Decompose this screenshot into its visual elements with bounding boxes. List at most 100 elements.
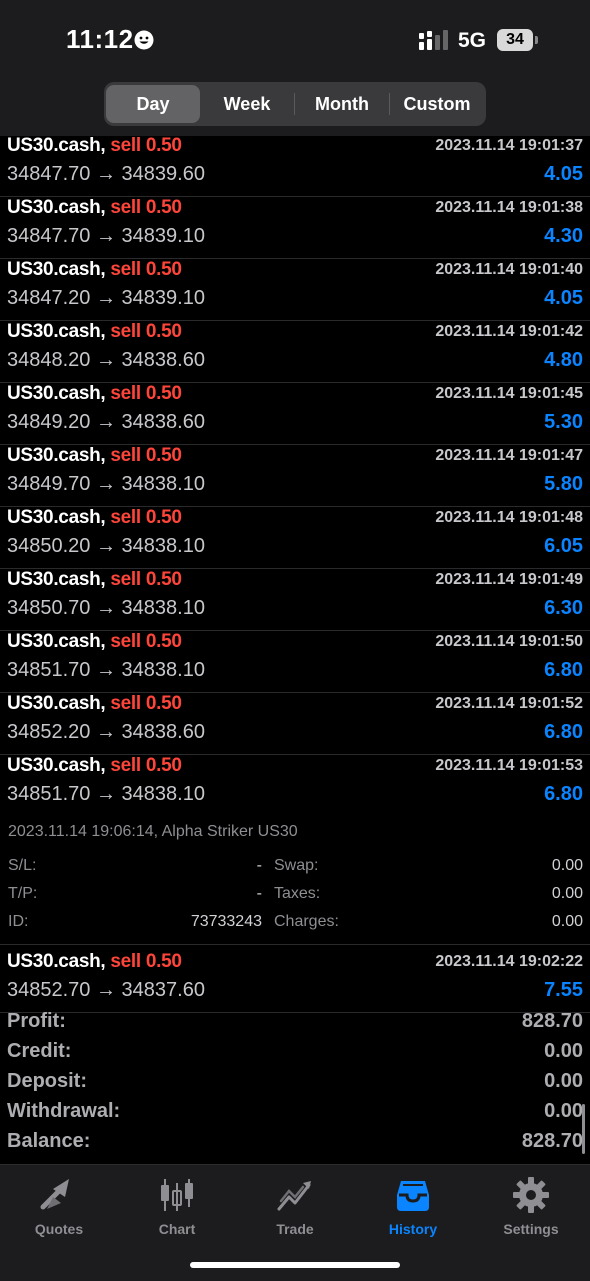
deal-row[interactable]: US30.cash, sell 0.50 2023.11.14 19:01:47… (0, 445, 590, 507)
credit-label: Credit: (7, 1040, 72, 1062)
deal-side: sell 0.50 (110, 693, 182, 714)
deal-prices: 34851.70 → 34838.10 (7, 783, 205, 805)
deal-time: 2023.11.14 19:01:49 (435, 571, 583, 588)
swap-value: 0.00 (551, 857, 583, 874)
tab-settings-label: Settings (503, 1221, 559, 1237)
deal-side: sell 0.50 (110, 951, 182, 972)
balance-label: Balance: (7, 1130, 91, 1152)
deal-prices: 34852.70 → 34837.60 (7, 979, 205, 1001)
withdrawal-label: Withdrawal: (7, 1100, 121, 1122)
deal-profit: 6.80 (544, 783, 583, 805)
deal-profit: 4.05 (544, 287, 583, 309)
deal-row[interactable]: US30.cash, sell 0.50 2023.11.14 19:02:22… (0, 951, 590, 1013)
deal-side: sell 0.50 (110, 631, 182, 652)
deal-side: sell 0.50 (110, 569, 182, 590)
signal-icon (419, 30, 448, 50)
deal-symbol: US30.cash, sell 0.50 (7, 693, 182, 714)
deal-prices: 34849.70 → 34838.10 (7, 473, 205, 495)
deal-row-expanded[interactable]: US30.cash, sell 0.50 2023.11.14 19:01:53… (0, 755, 590, 817)
tab-month[interactable]: Month (295, 85, 389, 123)
deal-symbol: US30.cash, sell 0.50 (7, 321, 182, 342)
summary-row-credit: Credit: 0.00 (0, 1038, 590, 1068)
history-icon (397, 1181, 429, 1211)
tab-chart[interactable]: Chart (118, 1175, 236, 1237)
deal-time: 2023.11.14 19:02:22 (435, 953, 583, 970)
sl-label: S/L: (8, 857, 37, 874)
deal-symbol: US30.cash, sell 0.50 (7, 197, 182, 218)
taxes-value: 0.00 (551, 885, 583, 902)
deal-time: 2023.11.14 19:01:40 (435, 261, 583, 278)
deal-symbol: US30.cash, sell 0.50 (7, 755, 182, 776)
deal-row[interactable]: US30.cash, sell 0.50 2023.11.14 19:01:50… (0, 631, 590, 693)
deal-symbol: US30.cash, sell 0.50 (7, 445, 182, 466)
deal-side: sell 0.50 (110, 445, 182, 466)
deal-symbol: US30.cash, sell 0.50 (7, 507, 182, 528)
tp-label: T/P: (8, 885, 38, 902)
deal-row[interactable]: US30.cash, sell 0.50 2023.11.14 19:01:52… (0, 693, 590, 755)
tab-trade-label: Trade (276, 1221, 314, 1237)
tab-chart-label: Chart (158, 1221, 196, 1237)
tab-settings[interactable]: Settings (472, 1175, 590, 1237)
profit-label: Profit: (7, 1010, 66, 1032)
deals-list: US30.cash, sell 0.50 2023.11.14 19:01:37… (0, 135, 590, 1013)
id-label: ID: (8, 913, 29, 930)
deal-time: 2023.11.14 19:01:38 (435, 199, 583, 216)
deal-profit: 6.80 (544, 721, 583, 743)
withdrawal-value: 0.00 (544, 1100, 583, 1122)
deal-side: sell 0.50 (110, 755, 182, 776)
sl-value: - (256, 857, 262, 874)
deal-profit: 6.80 (544, 659, 583, 681)
deal-symbol: US30.cash, sell 0.50 (7, 631, 182, 652)
deal-time: 2023.11.14 19:01:45 (435, 385, 583, 402)
deal-row[interactable]: US30.cash, sell 0.50 2023.11.14 19:01:48… (0, 507, 590, 569)
home-indicator[interactable] (190, 1262, 400, 1268)
tab-custom[interactable]: Custom (390, 85, 484, 123)
deal-side: sell 0.50 (110, 507, 182, 528)
deal-prices: 34847.20 → 34839.10 (7, 287, 205, 309)
summary-row-balance: Balance: 828.70 (0, 1128, 590, 1158)
deal-profit: 7.55 (544, 979, 583, 1001)
deal-row[interactable]: US30.cash, sell 0.50 2023.11.14 19:01:49… (0, 569, 590, 631)
details-time-comment: 2023.11.14 19:06:14, Alpha Striker US30 (8, 823, 298, 840)
deal-prices: 34848.20 → 34838.60 (7, 349, 205, 371)
deal-time: 2023.11.14 19:01:42 (435, 323, 583, 340)
tab-trade[interactable]: Trade (236, 1175, 354, 1237)
deal-symbol: US30.cash, sell 0.50 (7, 569, 182, 590)
gear-icon (513, 1177, 549, 1213)
deal-symbol: US30.cash, sell 0.50 (7, 951, 182, 972)
deal-time: 2023.11.14 19:01:52 (435, 695, 583, 712)
deal-profit: 4.30 (544, 225, 583, 247)
deal-time: 2023.11.14 19:01:47 (435, 447, 583, 464)
tab-day[interactable]: Day (106, 85, 200, 123)
deal-side: sell 0.50 (110, 197, 182, 218)
deal-row[interactable]: US30.cash, sell 0.50 2023.11.14 19:01:40… (0, 259, 590, 321)
deal-prices: 34847.70 → 34839.10 (7, 225, 205, 247)
battery-icon: 34 (497, 29, 533, 51)
summary-row-deposit: Deposit: 0.00 (0, 1068, 590, 1098)
summary-row-profit: Profit: 828.70 (0, 1008, 590, 1038)
tp-value: - (256, 885, 262, 902)
deal-prices: 34849.20 → 34838.60 (7, 411, 205, 433)
summary-row-withdrawal: Withdrawal: 0.00 (0, 1098, 590, 1128)
profit-value: 828.70 (521, 1010, 583, 1032)
tab-week[interactable]: Week (200, 85, 294, 123)
period-segmented-control: Day Week Month Custom (104, 82, 486, 126)
deal-details: 2023.11.14 19:06:14, Alpha Striker US30 … (0, 817, 590, 945)
deal-row[interactable]: US30.cash, sell 0.50 2023.11.14 19:01:38… (0, 197, 590, 259)
chart-icon (161, 1179, 193, 1211)
deal-prices: 34850.20 → 34838.10 (7, 535, 205, 557)
deal-row[interactable]: US30.cash, sell 0.50 2023.11.14 19:01:37… (0, 135, 590, 197)
network-label: 5G (458, 29, 487, 52)
deal-profit: 5.30 (544, 411, 583, 433)
tab-history[interactable]: History (354, 1175, 472, 1237)
id-value: 73733243 (190, 913, 262, 930)
status-time: 11:12 (66, 24, 134, 54)
tab-quotes[interactable]: Quotes (0, 1175, 118, 1237)
deal-symbol: US30.cash, sell 0.50 (7, 259, 182, 280)
deal-row[interactable]: US30.cash, sell 0.50 2023.11.14 19:01:45… (0, 383, 590, 445)
deal-prices: 34850.70 → 34838.10 (7, 597, 205, 619)
smile-icon (134, 30, 154, 50)
tab-quotes-label: Quotes (34, 1221, 84, 1237)
scroll-indicator[interactable] (582, 1104, 585, 1154)
deal-row[interactable]: US30.cash, sell 0.50 2023.11.14 19:01:42… (0, 321, 590, 383)
